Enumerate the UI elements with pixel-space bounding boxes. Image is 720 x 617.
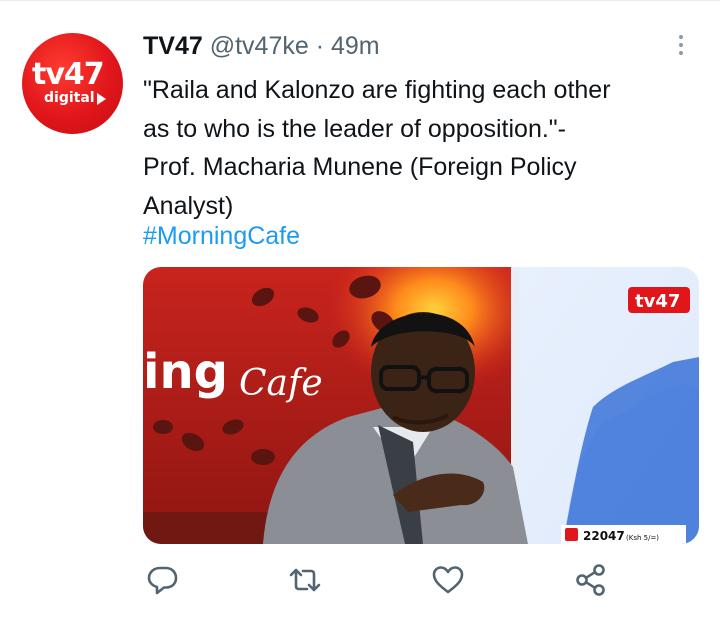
channel-logo-overlay: tv47 <box>628 287 690 313</box>
like-button[interactable] <box>430 562 466 598</box>
tweet-text-line: Analyst) <box>143 191 234 220</box>
retweet-icon <box>289 568 321 592</box>
tweet-actions <box>0 562 720 602</box>
tweet-text-line: "Raila and Kalonzo are fighting each oth… <box>143 76 611 104</box>
cafe-text: Cafe <box>239 363 323 404</box>
tweet-time[interactable]: 49m <box>331 32 380 60</box>
author-name[interactable]: TV47 <box>143 32 203 60</box>
ticker-number: 22047 <box>583 529 625 543</box>
retweet-button[interactable] <box>287 562 323 598</box>
tweet-text-line: as to who is the leader of opposition."- <box>143 114 567 143</box>
top-divider <box>0 0 720 1</box>
avatar-logo-text: tv47 <box>32 57 105 92</box>
avatar-logo-subtext: digital <box>44 90 95 106</box>
reply-button[interactable] <box>145 562 181 598</box>
reply-icon <box>147 566 178 595</box>
studio-text: ing <box>143 344 228 400</box>
ticker-suffix: (Ksh 5/=) <box>626 534 659 542</box>
more-options-icon[interactable] <box>676 35 686 59</box>
channel-logo-text: tv47 <box>635 291 680 312</box>
hashtag-link[interactable]: #MorningCafe <box>143 222 300 251</box>
separator-dot: · <box>315 32 325 60</box>
tweet-text-line: Prof. Macharia Munene (Foreign Policy <box>143 153 577 181</box>
tweet-header: TV47 @tv47ke · 49m <box>143 32 380 61</box>
sms-ticker: 22047 (Ksh 5/=) <box>561 525 686 544</box>
media-image: ing Cafe tv47 22047 (Ksh 5/=) <box>143 267 699 544</box>
tweet-media[interactable]: ing Cafe tv47 22047 (Ksh 5/=) <box>143 267 699 544</box>
avatar[interactable]: tv47 digital <box>22 33 123 134</box>
author-handle[interactable]: @tv47ke <box>210 32 309 60</box>
share-icon <box>576 564 605 596</box>
like-icon <box>432 566 464 594</box>
play-icon <box>97 93 106 105</box>
tweet-text: "Raila and Kalonzo are fighting each oth… <box>143 71 703 225</box>
share-button[interactable] <box>573 562 609 598</box>
